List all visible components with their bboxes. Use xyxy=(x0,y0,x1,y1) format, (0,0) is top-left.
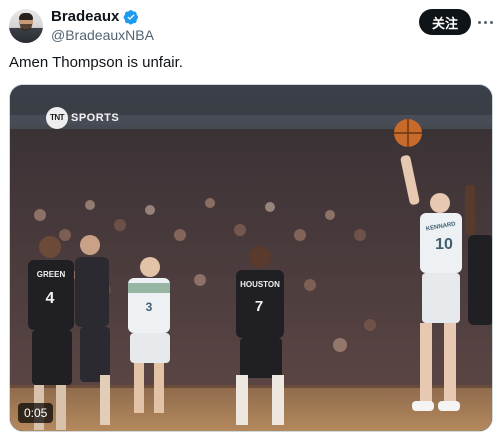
avatar-beard xyxy=(20,24,32,31)
network-badge: TNT xyxy=(46,107,68,129)
jersey-name-houston: HOUSTON xyxy=(240,280,280,289)
author-avatar[interactable] xyxy=(9,9,43,43)
video-frame: GREEN 4 3 HOUSTON 7 KENNARD 10 xyxy=(10,85,492,431)
jersey-number-houston-7: 7 xyxy=(255,298,263,315)
tweet-header: Bradeaux @BradeauxNBA 关注 xyxy=(0,0,500,50)
jersey-number-memphis-3: 3 xyxy=(146,300,153,314)
follow-button[interactable]: 关注 xyxy=(419,9,471,35)
jersey-number-green: 4 xyxy=(46,290,55,307)
verified-badge-icon xyxy=(123,9,139,25)
tweet-text: Amen Thompson is unfair. xyxy=(9,54,183,71)
author-handle[interactable]: @BradeauxNBA xyxy=(51,27,154,43)
broadcast-logo: TNT SPORTS xyxy=(46,107,119,129)
author-name-row: Bradeaux xyxy=(51,8,139,25)
author-display-name[interactable]: Bradeaux xyxy=(51,8,119,25)
jersey-number-kennard: 10 xyxy=(435,236,453,253)
jersey-name-green: GREEN xyxy=(37,270,66,279)
tweet-video[interactable]: GREEN 4 3 HOUSTON 7 KENNARD 10 TNT SPORT… xyxy=(9,84,493,432)
avatar-hair xyxy=(19,13,33,20)
video-timestamp: 0:05 xyxy=(18,403,54,423)
network-word: SPORTS xyxy=(71,112,120,124)
more-dots-icon[interactable] xyxy=(478,15,494,29)
